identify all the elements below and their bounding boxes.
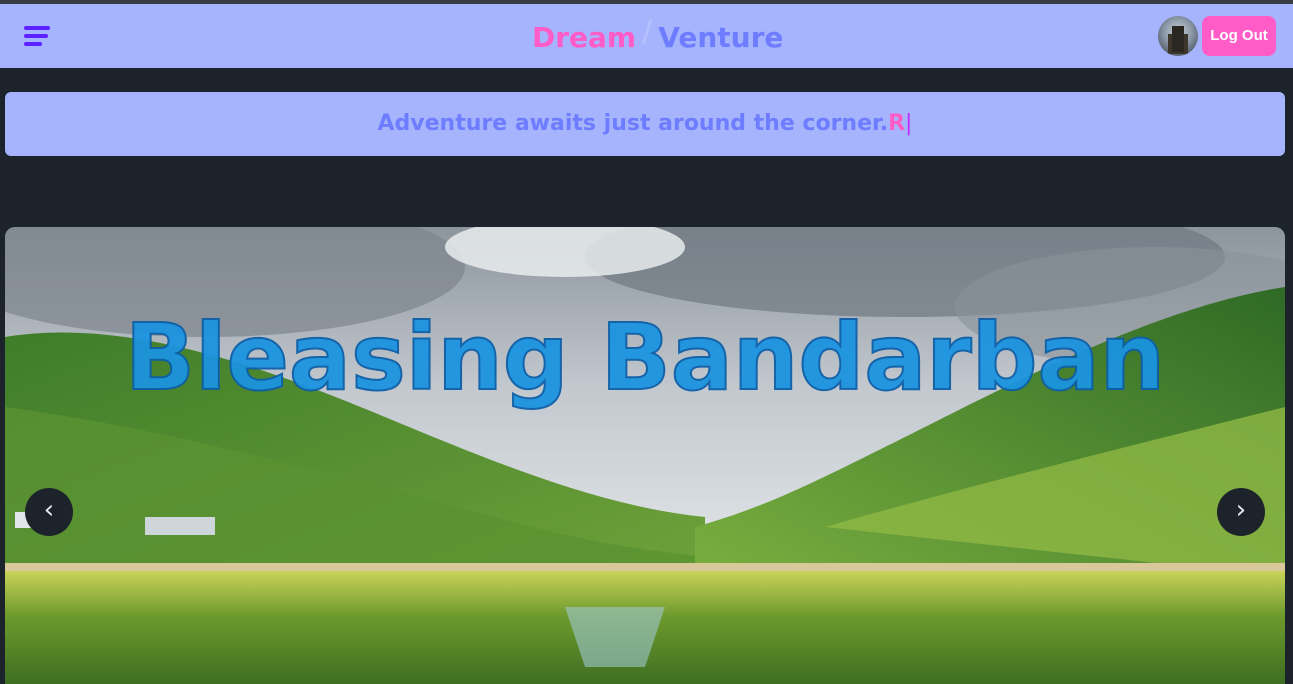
banner-message: Adventure awaits just around the corner.	[377, 111, 889, 136]
user-avatar[interactable]	[1158, 16, 1198, 56]
carousel-slide-image: Bleasing Bandarban	[5, 227, 1285, 684]
banner-typed-text: R	[888, 111, 906, 136]
hamburger-menu-icon[interactable]	[24, 26, 52, 50]
logout-button[interactable]: Log Out	[1202, 16, 1276, 56]
image-carousel: Bleasing Bandarban ‹ ›	[5, 227, 1285, 684]
brand-separator: /	[642, 14, 653, 49]
slide-title: Bleasing Bandarban	[125, 304, 1165, 411]
brand-dream: Dream	[532, 21, 637, 54]
typing-cursor: |	[905, 111, 913, 136]
navbar: Dream / Venture Log Out	[0, 4, 1293, 68]
carousel-prev-button[interactable]: ‹	[25, 488, 73, 536]
carousel-next-button[interactable]: ›	[1217, 488, 1265, 536]
typewriter-banner: Adventure awaits just around the corner.…	[5, 92, 1285, 156]
brand-venture: Venture	[658, 21, 784, 54]
brand-logo[interactable]: Dream / Venture	[532, 14, 784, 58]
